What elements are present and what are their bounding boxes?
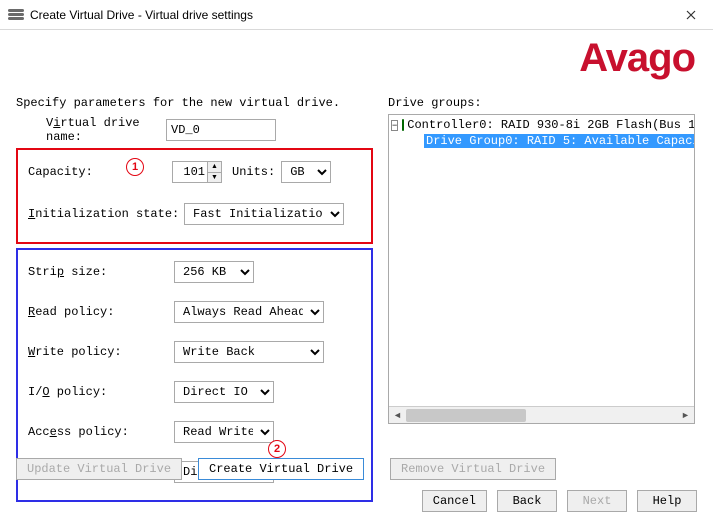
access-label: Access policy: [24, 425, 174, 439]
units-select[interactable]: GB [281, 161, 331, 183]
strip-label: Strip size: [24, 265, 174, 279]
collapse-icon[interactable]: − [391, 120, 398, 131]
tree-drivegroup-row[interactable]: Drive Group0: RAID 5: Available Capacity… [391, 133, 694, 149]
tree-controller-row[interactable]: − Controller0: RAID 930-8i 2GB Flash(Bus… [391, 117, 694, 133]
drive-groups-label: Drive groups: [388, 96, 695, 110]
drive-group-text: Drive Group0: RAID 5: Available Capacity… [424, 134, 695, 148]
controller-icon [402, 119, 404, 131]
close-button[interactable] [668, 0, 713, 30]
spinner-up[interactable]: ▲ [208, 162, 221, 173]
spinner-down[interactable]: ▼ [208, 173, 221, 183]
units-label: Units: [232, 165, 275, 179]
vd-name-row: Virtual drive name: [16, 118, 373, 142]
vd-name-label: Virtual drive name: [16, 116, 166, 144]
read-label: Read policy: [24, 305, 174, 319]
write-select[interactable]: Write Back [174, 341, 324, 363]
controller-text: Controller0: RAID 930-8i 2GB Flash(Bus 1… [407, 118, 695, 132]
close-icon [686, 10, 696, 20]
cancel-button[interactable]: Cancel [422, 490, 487, 512]
app-icon [8, 9, 24, 21]
help-button[interactable]: Help [637, 490, 697, 512]
title-bar: Create Virtual Drive - Virtual drive set… [0, 0, 713, 30]
io-label: I/O policy: [24, 385, 174, 399]
capacity-spinner[interactable]: ▲▼ [172, 161, 222, 183]
brand-logo: Avago [579, 36, 695, 81]
write-label: Write policy: [24, 345, 174, 359]
marker-1: 1 [126, 158, 144, 176]
capacity-input[interactable] [173, 162, 207, 182]
window-title: Create Virtual Drive - Virtual drive set… [30, 8, 253, 22]
capacity-label: Capacity: [24, 165, 172, 179]
drive-groups-tree[interactable]: − Controller0: RAID 930-8i 2GB Flash(Bus… [388, 114, 695, 424]
back-button[interactable]: Back [497, 490, 557, 512]
capacity-init-group: 1 Capacity: ▲▼ Units: GB Initialization … [16, 148, 373, 244]
tree-hscrollbar[interactable]: ◄ ► [389, 406, 694, 423]
remove-vd-button: Remove Virtual Drive [390, 458, 556, 480]
init-select[interactable]: Fast Initialization [184, 203, 344, 225]
vd-name-input[interactable] [166, 119, 276, 141]
create-vd-button[interactable]: Create Virtual Drive [198, 458, 364, 480]
io-select[interactable]: Direct IO [174, 381, 274, 403]
next-button: Next [567, 490, 627, 512]
read-select[interactable]: Always Read Ahead [174, 301, 324, 323]
scroll-left-icon[interactable]: ◄ [389, 407, 406, 424]
scroll-right-icon[interactable]: ► [677, 407, 694, 424]
init-label: Initialization state: [24, 207, 184, 221]
marker-2: 2 [268, 440, 286, 458]
scroll-thumb[interactable] [406, 409, 526, 422]
update-vd-button: Update Virtual Drive [16, 458, 182, 480]
strip-select[interactable]: 256 KB [174, 261, 254, 283]
access-select[interactable]: Read Write [174, 421, 274, 443]
